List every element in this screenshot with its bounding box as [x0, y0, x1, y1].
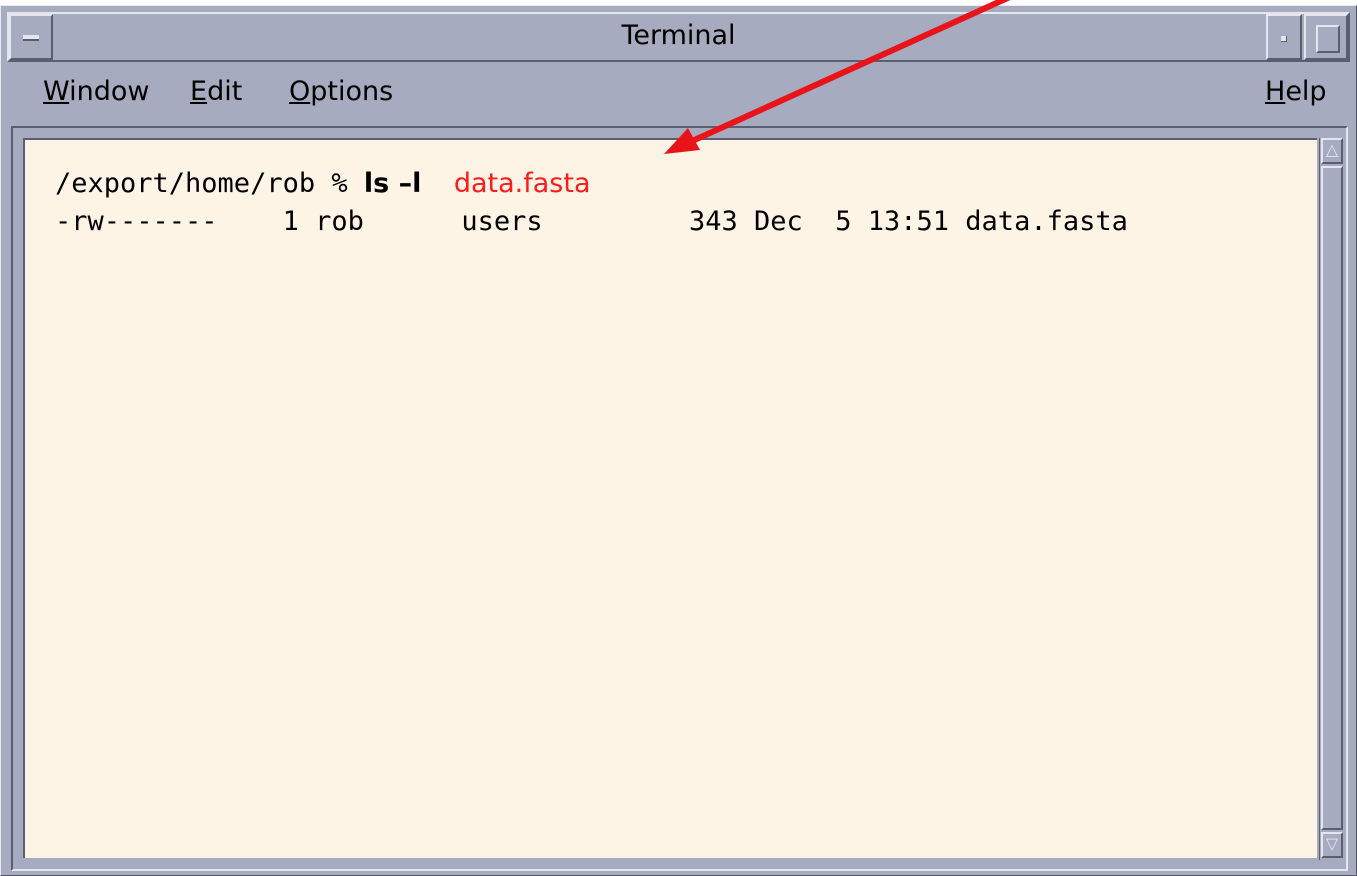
- command-text: ls –l: [363, 168, 422, 199]
- menu-help[interactable]: Help: [1265, 76, 1327, 107]
- menu-edit-mnemonic: E: [190, 76, 208, 107]
- menu-bar: Window Edit Options Help: [11, 68, 1347, 116]
- scroll-down-arrow-icon[interactable]: ▽: [1321, 832, 1343, 858]
- vertical-scrollbar[interactable]: △ ▽: [1319, 138, 1343, 860]
- menu-window[interactable]: Window: [43, 76, 149, 107]
- menu-window-mnemonic: W: [43, 76, 70, 107]
- minimize-icon: [1281, 36, 1287, 42]
- scroll-up-arrow-icon[interactable]: △: [1321, 138, 1343, 164]
- menu-options[interactable]: Options: [289, 76, 393, 107]
- title-bar[interactable]: Terminal: [7, 12, 1350, 62]
- menu-options-mnemonic: O: [289, 76, 311, 107]
- window-title: Terminal: [621, 20, 736, 51]
- command-argument: data.fasta: [453, 168, 591, 199]
- menu-edit-label: dit: [207, 76, 243, 107]
- menu-options-label: ptions: [310, 76, 394, 107]
- terminal-output-area[interactable]: /export/home/rob % ls –l data.fasta -rw-…: [23, 138, 1317, 858]
- maximize-button[interactable]: [1304, 14, 1348, 60]
- minimize-button[interactable]: [1266, 14, 1302, 60]
- command-line: /export/home/rob % ls –l data.fasta: [55, 168, 591, 199]
- scroll-thumb[interactable]: [1321, 166, 1343, 830]
- terminal-window: Terminal Window Edit Options Help /expor…: [0, 5, 1357, 876]
- maximize-icon: [1316, 25, 1340, 53]
- shell-prompt: /export/home/rob %: [55, 168, 364, 199]
- menu-edit[interactable]: Edit: [190, 76, 242, 107]
- menu-help-mnemonic: H: [1265, 76, 1286, 107]
- menu-window-label: indow: [69, 76, 150, 107]
- menu-help-label: elp: [1285, 76, 1327, 107]
- terminal-frame: /export/home/rob % ls –l data.fasta -rw-…: [11, 126, 1348, 871]
- output-line: -rw------- 1 rob users 343 Dec 5 13:51 d…: [55, 206, 1128, 237]
